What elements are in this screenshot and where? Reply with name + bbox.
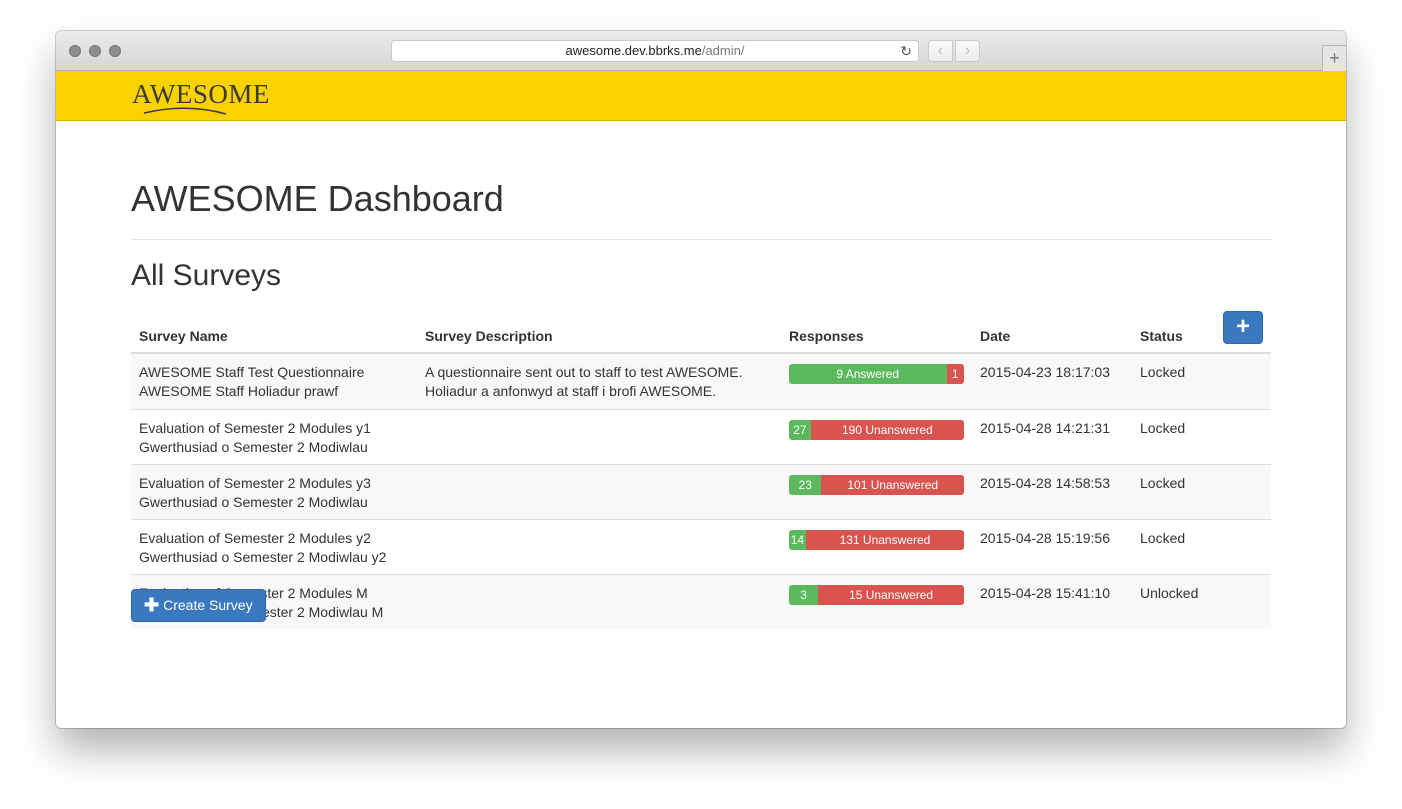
awesome-logo[interactable]: AWESOME: [132, 79, 269, 119]
survey-name-cy: AWESOME Staff Holiadur prawf: [139, 383, 339, 399]
table-body: AWESOME Staff Test Questionnaire AWESOME …: [131, 354, 1271, 629]
survey-name-en: Evaluation of Semester 2 Modules y1: [139, 420, 371, 436]
table-row[interactable]: Evaluation of Semester 2 Modules y3 Gwert…: [131, 464, 1271, 519]
responses-progress-bar: 3 15 Unanswered: [789, 585, 964, 605]
add-survey-button[interactable]: +: [1223, 311, 1263, 344]
responses-progress-bar: 9 Answered 1: [789, 364, 964, 384]
survey-description: A questionnaire sent out to staff to tes…: [425, 363, 743, 401]
column-header-status: Status: [1140, 328, 1183, 344]
survey-date: 2015-04-23 18:17:03: [980, 364, 1110, 380]
reload-icon[interactable]: ↻: [900, 41, 912, 61]
url-host: awesome.dev.bbrks.me: [565, 43, 702, 58]
table-row[interactable]: Evaluation of Semester 2 Modules y1 Gwert…: [131, 409, 1271, 464]
survey-name-en: Evaluation of Semester 2 Modules y3: [139, 475, 371, 491]
column-header-responses: Responses: [789, 328, 864, 344]
table-row[interactable]: Evaluation of Semester 2 Modules y2 Gwert…: [131, 519, 1271, 574]
responses-progress-bar: 27 190 Unanswered: [789, 420, 964, 440]
logo-swoosh-icon: [143, 107, 227, 115]
section-title: All Surveys: [131, 259, 282, 292]
survey-name[interactable]: Evaluation of Semester 2 Modules y1 Gwert…: [139, 419, 371, 457]
answered-segment: 3: [789, 585, 819, 605]
table-header: Survey Name Survey Description Responses…: [131, 311, 1271, 354]
survey-description-cy: Holiadur a anfonwyd at staff i brofi AWE…: [425, 383, 717, 399]
unanswered-segment: 190 Unanswered: [810, 420, 964, 440]
answered-segment: 14: [789, 530, 806, 550]
browser-titlebar: awesome.dev.bbrks.me/admin/ ↻ ‹ › +: [56, 31, 1346, 71]
browser-window: awesome.dev.bbrks.me/admin/ ↻ ‹ › + AWES…: [56, 31, 1346, 728]
survey-name-en: Evaluation of Semester 2 Modules y2: [139, 530, 371, 546]
survey-status: Locked: [1140, 420, 1186, 436]
chevron-right-icon: ›: [964, 42, 971, 59]
back-button[interactable]: ‹: [928, 40, 953, 62]
survey-date: 2015-04-28 15:41:10: [980, 585, 1110, 601]
survey-status: Locked: [1140, 364, 1186, 380]
unanswered-segment: 1: [946, 364, 964, 384]
plus-icon: +: [1235, 313, 1250, 340]
responses-progress-bar: 23 101 Unanswered: [789, 475, 964, 495]
survey-status: Locked: [1140, 530, 1186, 546]
survey-name[interactable]: Evaluation of Semester 2 Modules y3 Gwert…: [139, 474, 371, 512]
divider: [131, 239, 1271, 240]
forward-button[interactable]: ›: [955, 40, 980, 62]
answered-segment: 9 Answered: [789, 364, 947, 384]
answered-segment: 23: [789, 475, 822, 495]
survey-name-cy: Gwerthusiad o Semester 2 Modiwlau y2: [139, 549, 387, 565]
surveys-table: Survey Name Survey Description Responses…: [131, 311, 1271, 629]
unanswered-segment: 131 Unanswered: [805, 530, 964, 550]
chevron-left-icon: ‹: [937, 42, 944, 59]
unanswered-segment: 15 Unanswered: [818, 585, 964, 605]
survey-name-cy: Gwerthusiad o Semester 2 Modiwlau: [139, 494, 368, 510]
table-row[interactable]: Evaluation of Semester 2 Modules MGwerth…: [131, 574, 1271, 629]
survey-description-en: A questionnaire sent out to staff to tes…: [425, 364, 743, 380]
survey-name[interactable]: Evaluation of Semester 2 Modules y2 Gwert…: [139, 529, 386, 567]
survey-status: Locked: [1140, 475, 1186, 491]
site-header: AWESOME: [56, 71, 1346, 121]
column-header-date: Date: [980, 328, 1011, 344]
plus-icon: ✚: [144, 595, 160, 615]
survey-date: 2015-04-28 14:21:31: [980, 420, 1110, 436]
create-survey-label: Create Survey: [163, 597, 253, 613]
minimize-window-button[interactable]: [89, 45, 101, 57]
answered-segment: 27: [789, 420, 811, 440]
survey-name[interactable]: AWESOME Staff Test Questionnaire AWESOME …: [139, 363, 364, 401]
page-title: AWESOME Dashboard: [131, 178, 504, 219]
new-tab-button[interactable]: +: [1322, 45, 1346, 71]
create-survey-button[interactable]: ✚ Create Survey: [131, 589, 266, 622]
url-path: /admin/: [701, 43, 745, 58]
close-window-button[interactable]: [69, 45, 81, 57]
survey-status: Unlocked: [1140, 585, 1199, 601]
survey-date: 2015-04-28 15:19:56: [980, 530, 1110, 546]
table-row[interactable]: AWESOME Staff Test Questionnaire AWESOME …: [131, 354, 1271, 409]
address-bar[interactable]: awesome.dev.bbrks.me/admin/ ↻: [391, 40, 919, 62]
survey-date: 2015-04-28 14:58:53: [980, 475, 1110, 491]
column-header-survey-description: Survey Description: [425, 328, 553, 344]
responses-progress-bar: 14 131 Unanswered: [789, 530, 964, 550]
column-header-survey-name: Survey Name: [139, 328, 228, 344]
zoom-window-button[interactable]: [109, 45, 121, 57]
unanswered-segment: 101 Unanswered: [821, 475, 964, 495]
survey-name-cy: Gwerthusiad o Semester 2 Modiwlau: [139, 439, 368, 455]
survey-name-en: AWESOME Staff Test Questionnaire: [139, 364, 365, 380]
